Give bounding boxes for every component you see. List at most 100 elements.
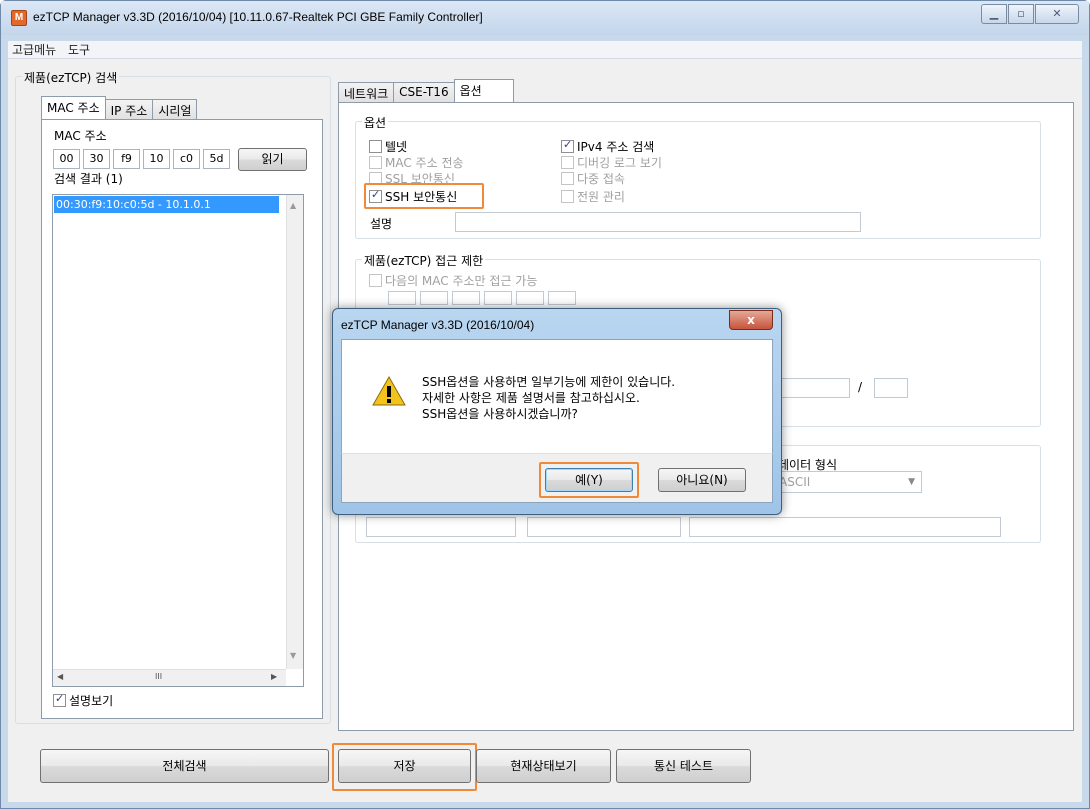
show-description-checkbox[interactable]: 설명보기 — [53, 692, 113, 709]
access-group-legend: 제품(ezTCP) 접근 제한 — [362, 252, 486, 269]
mac-only-label: 다음의 MAC 주소만 접근 가능 — [385, 274, 538, 288]
slash-separator: / — [858, 380, 863, 394]
telnet-checkbox[interactable]: 텔넷 — [369, 138, 407, 155]
menu-bar: 고급메뉴 도구 — [8, 41, 1082, 59]
read-button[interactable]: 읽기 — [238, 148, 307, 171]
mac-only-checkbox[interactable]: 다음의 MAC 주소만 접근 가능 — [369, 272, 537, 289]
power-mgmt-label: 전원 관리 — [577, 190, 625, 204]
yes-highlight-frame — [539, 462, 639, 498]
multi-connect-checkbox[interactable]: 다중 접속 — [561, 170, 625, 187]
close-window-button[interactable]: ✕ — [1035, 4, 1079, 24]
list-item[interactable]: 00:30:f9:10:c0:5d - 10.1.0.1 — [54, 196, 279, 213]
checkbox-icon — [369, 140, 382, 153]
warning-icon — [372, 375, 406, 406]
checkbox-icon — [561, 156, 574, 169]
tab-cse-t16[interactable]: CSE-T16 — [393, 82, 455, 102]
allowed-mac-octet-3[interactable] — [452, 291, 480, 305]
results-horizontal-scrollbar[interactable]: ◀ III ▶ — [53, 669, 286, 686]
search-all-button[interactable]: 전체검색 — [40, 749, 329, 783]
mac-send-label: MAC 주소 전송 — [385, 156, 464, 170]
data-field-3[interactable] — [689, 517, 1001, 537]
tab-ip[interactable]: IP 주소 — [104, 99, 154, 119]
save-highlight-frame — [332, 743, 477, 791]
options-group-legend: 옵션 — [362, 114, 389, 131]
checkbox-icon — [561, 138, 574, 153]
minimize-icon: ▁ — [989, 7, 999, 20]
tab-serial[interactable]: 시리얼 — [152, 99, 198, 119]
ssh-highlight-frame — [364, 183, 484, 209]
allowed-mac-octet-1[interactable] — [388, 291, 416, 305]
results-vertical-scrollbar[interactable]: ▲ ▼ — [286, 195, 303, 669]
dialog-message-line-3: SSH옵션을 사용하시겠습니까? — [422, 407, 578, 421]
checkbox-icon — [369, 156, 382, 169]
mac-octet-2[interactable]: 30 — [83, 149, 110, 169]
scroll-up-icon[interactable]: ▲ — [290, 201, 296, 210]
scroll-right-icon[interactable]: ▶ — [271, 672, 277, 681]
ipv4-search-checkbox[interactable]: IPv4 주소 검색 — [561, 138, 654, 155]
search-tabs: MAC 주소 IP 주소 시리얼 — [41, 96, 198, 119]
show-description-label: 설명보기 — [69, 694, 114, 708]
ipv4-search-label: IPv4 주소 검색 — [577, 140, 655, 154]
description-input[interactable] — [455, 212, 861, 232]
allowed-mac-octet-5[interactable] — [516, 291, 544, 305]
data-format-value: ASCII — [779, 475, 811, 489]
scroll-left-icon[interactable]: ◀ — [57, 672, 63, 681]
comm-test-button[interactable]: 통신 테스트 — [616, 749, 751, 783]
maximize-button[interactable]: ▫ — [1008, 4, 1034, 24]
checkbox-icon — [561, 190, 574, 203]
data-field-1[interactable] — [366, 517, 516, 537]
mac-octet-6[interactable]: 5d — [203, 149, 230, 169]
dialog-message-line-1: SSH옵션을 사용하면 일부기능에 제한이 있습니다. — [422, 375, 676, 389]
debug-log-checkbox[interactable]: 디버깅 로그 보기 — [561, 154, 662, 171]
window-title: ezTCP Manager v3.3D (2016/10/04) [10.11.… — [33, 10, 483, 24]
scroll-thumb-icon[interactable]: III — [155, 672, 167, 683]
dialog-title: ezTCP Manager v3.3D (2016/10/04) — [341, 318, 535, 332]
mac-octet-3[interactable]: f9 — [113, 149, 140, 169]
dialog-footer: 예(Y) 아니요(N) — [341, 453, 773, 503]
dialog-body: SSH옵션을 사용하면 일부기능에 제한이 있습니다. 자세한 사항은 제품 설… — [341, 339, 773, 453]
tab-network[interactable]: 네트워크 — [338, 82, 395, 102]
menu-tools[interactable]: 도구 — [64, 41, 94, 59]
close-icon: ✕ — [1052, 7, 1062, 20]
power-mgmt-checkbox[interactable]: 전원 관리 — [561, 188, 625, 205]
telnet-label: 텔넷 — [385, 140, 408, 154]
allowed-mac-octet-2[interactable] — [420, 291, 448, 305]
checkbox-icon — [369, 274, 382, 287]
menu-advanced[interactable]: 고급메뉴 — [8, 41, 60, 59]
results-list[interactable]: 00:30:f9:10:c0:5d - 10.1.0.1 ▲ ▼ ◀ III ▶ — [52, 194, 304, 687]
current-status-button[interactable]: 현재상태보기 — [476, 749, 611, 783]
debug-log-label: 디버깅 로그 보기 — [577, 156, 662, 170]
mac-octet-4[interactable]: 10 — [143, 149, 170, 169]
checkbox-icon — [53, 692, 66, 707]
multi-connect-label: 다중 접속 — [577, 172, 625, 186]
checkbox-icon — [561, 172, 574, 185]
mac-octet-1[interactable]: 00 — [53, 149, 80, 169]
no-button[interactable]: 아니요(N) — [658, 468, 746, 492]
window-controls: ▁ ▫ ✕ — [980, 4, 1079, 24]
tab-options[interactable]: 옵션 — [453, 79, 514, 102]
mac-send-checkbox[interactable]: MAC 주소 전송 — [369, 154, 464, 171]
app-logo-icon: M — [11, 10, 27, 26]
confirm-dialog: ezTCP Manager v3.3D (2016/10/04) x SSH옵션… — [332, 308, 782, 515]
data-format-select[interactable]: ASCII ▼ — [774, 471, 922, 493]
mac-octet-5[interactable]: c0 — [173, 149, 200, 169]
settings-tabs: 네트워크 CSE-T16 옵션 — [338, 79, 514, 102]
data-field-2[interactable] — [527, 517, 681, 537]
maximize-icon: ▫ — [1017, 7, 1025, 20]
tab-mac[interactable]: MAC 주소 — [41, 96, 106, 119]
description-label: 설명 — [370, 217, 393, 231]
scroll-down-icon[interactable]: ▼ — [290, 651, 296, 660]
dialog-close-button[interactable]: x — [729, 310, 773, 330]
minimize-button[interactable]: ▁ — [981, 4, 1007, 24]
netmask-input[interactable] — [874, 378, 908, 398]
mac-label: MAC 주소 — [54, 129, 107, 143]
allowed-mac-octet-6[interactable] — [548, 291, 576, 305]
app-window: M ezTCP Manager v3.3D (2016/10/04) [10.1… — [0, 0, 1090, 809]
results-label: 검색 결과 (1) — [54, 172, 123, 186]
chevron-down-icon: ▼ — [908, 477, 915, 487]
allowed-mac-octet-4[interactable] — [484, 291, 512, 305]
allowed-ip-input[interactable] — [778, 378, 850, 398]
dialog-message-line-2: 자세한 사항은 제품 설명서를 참고하십시오. — [422, 391, 640, 405]
search-group-legend: 제품(ezTCP) 검색 — [22, 69, 120, 86]
title-bar[interactable]: M ezTCP Manager v3.3D (2016/10/04) [10.1… — [1, 1, 1089, 35]
